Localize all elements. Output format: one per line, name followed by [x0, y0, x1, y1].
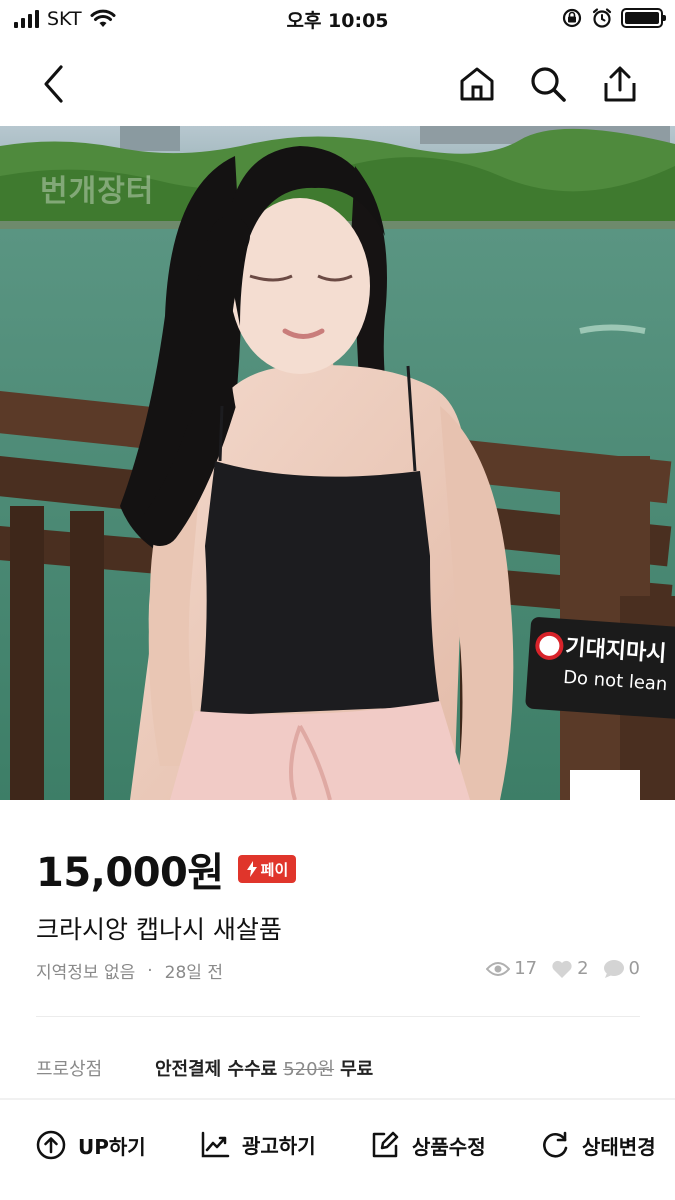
pay-badge-label: 페이 [260, 860, 289, 879]
image-overlay-box [570, 770, 640, 800]
fee-row: 프로상점 안전결제 수수료 520원 무료 [36, 1055, 640, 1081]
no-lean-icon [534, 630, 565, 661]
chats-stat: 0 [603, 958, 640, 979]
product-stats: 17 2 0 [478, 958, 640, 979]
home-icon [460, 67, 494, 101]
fee-label: 안전결제 수수료 [155, 1059, 278, 1080]
edit-icon [372, 1131, 399, 1158]
meta-left: 지역정보 없음 · 28일 전 [36, 958, 223, 984]
change-status-button[interactable]: 상태변경 [540, 1130, 656, 1160]
section-divider [0, 1098, 675, 1100]
posted-time: 28일 전 [164, 963, 223, 983]
views-stat: 17 [486, 958, 537, 979]
search-button[interactable] [526, 62, 570, 106]
sign-korean-text: 기대지마시 [564, 635, 668, 668]
back-icon [44, 65, 63, 103]
status-right [561, 7, 666, 29]
likes-count: 2 [577, 958, 589, 979]
status-bar: SKT 오후 10:05 [0, 0, 675, 40]
edit-product-button[interactable]: 상품수정 [370, 1130, 486, 1160]
likes-stat: 2 [551, 958, 589, 979]
home-button[interactable] [455, 62, 499, 106]
location-text: 지역정보 없음 [36, 963, 136, 983]
price: 15,000원 [36, 850, 224, 896]
alarm-icon [592, 8, 612, 28]
share-button[interactable] [598, 62, 642, 106]
pay-badge: 페이 [237, 855, 297, 883]
advertise-label: 광고하기 [242, 1134, 316, 1158]
app-header [0, 44, 675, 124]
orientation-lock-icon [562, 8, 582, 28]
up-arrow-circle-icon [36, 1130, 66, 1160]
heart-icon [552, 960, 572, 978]
refresh-icon [543, 1131, 568, 1158]
up-label: UP하기 [78, 1134, 146, 1159]
eye-icon [486, 961, 511, 976]
sign-english-text: Do not lean [562, 666, 669, 696]
edit-product-label: 상품수정 [412, 1134, 486, 1159]
back-button[interactable] [32, 62, 76, 106]
divider [36, 1016, 640, 1017]
views-count: 17 [514, 958, 538, 979]
change-status-label: 상태변경 [582, 1134, 656, 1159]
meta-row: 지역정보 없음 · 28일 전 17 2 0 [36, 958, 640, 984]
price-row: 15,000원 페이 [36, 840, 297, 898]
railing-sign: 기대지마시 Do not lean [524, 616, 675, 720]
fee-old-price: 520원 [283, 1059, 335, 1080]
battery-icon [621, 8, 666, 28]
lightning-icon [246, 861, 257, 877]
product-title: 크라시앙 캡나시 새살품 [36, 915, 282, 944]
chats-count: 0 [628, 958, 640, 979]
up-button[interactable]: UP하기 [36, 1130, 146, 1160]
advertise-button[interactable]: 광고하기 [200, 1130, 316, 1159]
product-image[interactable]: 번개장터 기대지마시 Do not lean [0, 126, 675, 800]
share-icon [604, 66, 636, 102]
search-icon [531, 67, 566, 102]
seller-action-bar: UP하기 광고하기 상품수정 상태변경 [0, 1120, 675, 1180]
fee-free: 무료 [340, 1059, 374, 1080]
meta-separator: · [147, 960, 153, 981]
trend-chart-icon [201, 1131, 230, 1157]
watermark: 번개장터 [40, 174, 155, 209]
seller-type: 프로상점 [36, 1059, 103, 1080]
chat-bubble-icon [603, 959, 624, 978]
